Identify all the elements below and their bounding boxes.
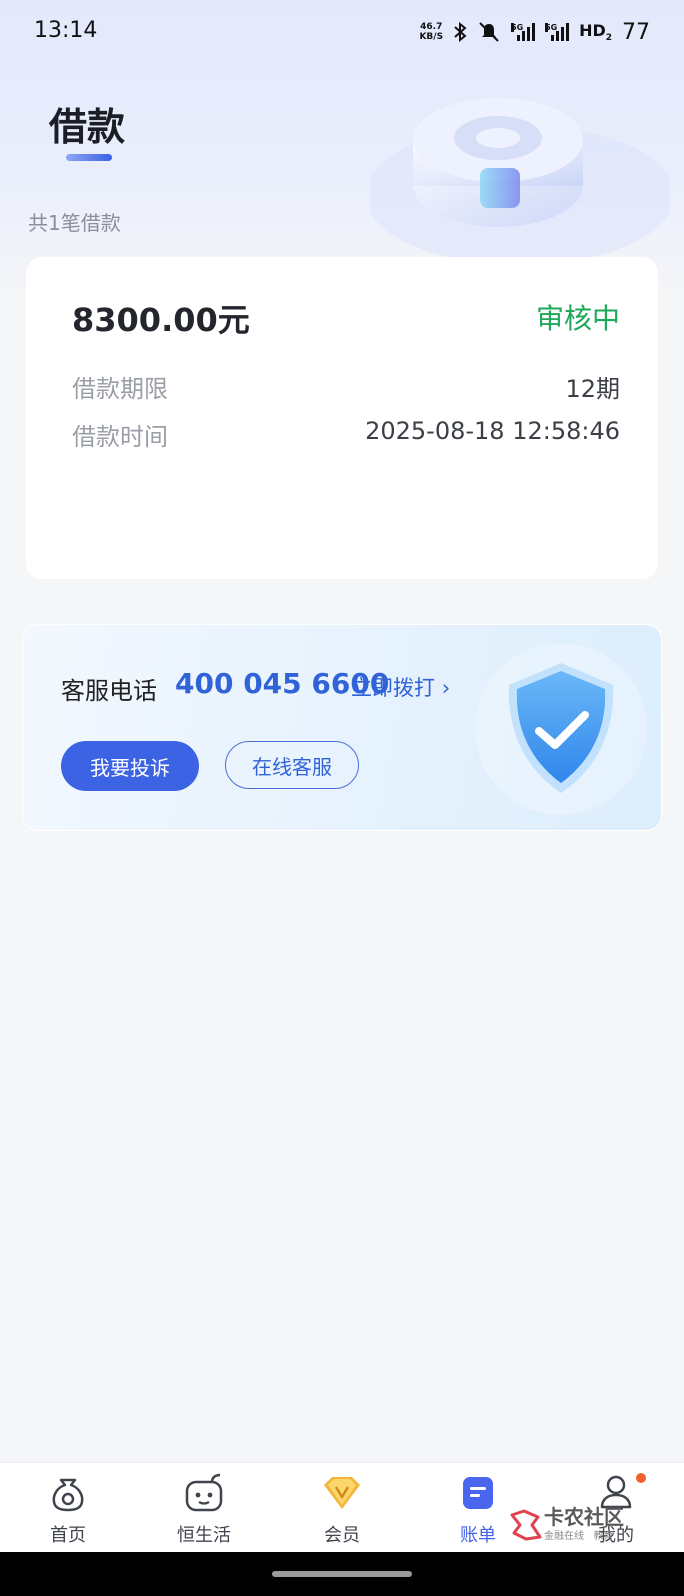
nav-label-home: 首页 [50, 1525, 86, 1546]
network-speed-unit: KB/S [419, 32, 444, 42]
loan-amount: 8300.00元 [72, 301, 250, 339]
watermark-logo-icon [510, 1509, 542, 1541]
chevron-right-icon: › [441, 676, 451, 700]
signal-5g-icon-1: 5G [511, 23, 536, 41]
loan-status: 审核中 [535, 302, 620, 335]
decorative-coin-illustration [370, 98, 670, 260]
loan-term-value: 12期 [565, 375, 620, 403]
watermark-subtitle: 金融在线 教育 [544, 1531, 614, 1542]
watermark-title: 卡农社区 [544, 1505, 624, 1529]
loan-term-label: 借款期限 [72, 375, 168, 403]
notification-dot [636, 1473, 646, 1483]
hd-voice-icon: HD2 [579, 20, 612, 44]
loan-card[interactable]: 8300.00元 审核中 借款期限 12期 借款时间 2025-08-18 12… [26, 257, 658, 579]
battery-level: 77 [622, 19, 650, 45]
service-phone-label: 客服电话 [61, 677, 157, 705]
loan-count-text: 共1笔借款 [28, 211, 121, 235]
title-underline [66, 154, 112, 161]
customer-service-card: 客服电话 400 045 6600 立即拨打 › 我要投诉 在线客服 [22, 624, 662, 831]
page-title: 借款 [49, 105, 126, 149]
status-icons: 46.7 KB/S 5G 5G HD2 77 [419, 16, 650, 48]
bluetooth-icon [454, 22, 467, 42]
nav-item-home[interactable]: 首页 [18, 1471, 118, 1551]
nav-label-vip: 会员 [324, 1525, 360, 1546]
home-gesture-bar[interactable] [272, 1571, 412, 1577]
nav-label-life: 恒生活 [177, 1525, 231, 1546]
vip-diamond-icon [320, 1471, 364, 1515]
status-time: 13:14 [34, 18, 98, 43]
nav-label-bill: 账单 [460, 1525, 496, 1546]
nav-item-vip[interactable]: 会员 [292, 1471, 392, 1551]
online-service-button[interactable]: 在线客服 [225, 741, 359, 789]
loan-time-label: 借款时间 [72, 423, 168, 451]
network-speed-value: 46.7 [420, 22, 443, 32]
vibrate-mute-icon [479, 22, 499, 42]
bill-icon [456, 1471, 500, 1515]
life-icon [182, 1471, 226, 1515]
status-bar: 13:14 46.7 KB/S 5G 5G HD2 77 [0, 0, 684, 66]
signal-5g-icon-2: 5G [545, 23, 570, 41]
loan-time-value: 2025-08-18 12:58:46 [365, 417, 620, 445]
call-now-link[interactable]: 立即拨打 › [351, 672, 450, 702]
complaint-button[interactable]: 我要投诉 [61, 741, 199, 791]
system-navigation-area [0, 1552, 684, 1596]
shield-check-icon [475, 643, 647, 815]
nav-item-life[interactable]: 恒生活 [154, 1471, 254, 1551]
network-speed: 46.7 KB/S [419, 22, 443, 42]
watermark: 卡农社区 金融在线 教育 [508, 1505, 638, 1549]
home-money-bag-icon [46, 1471, 90, 1515]
call-now-label: 立即拨打 [351, 676, 435, 700]
